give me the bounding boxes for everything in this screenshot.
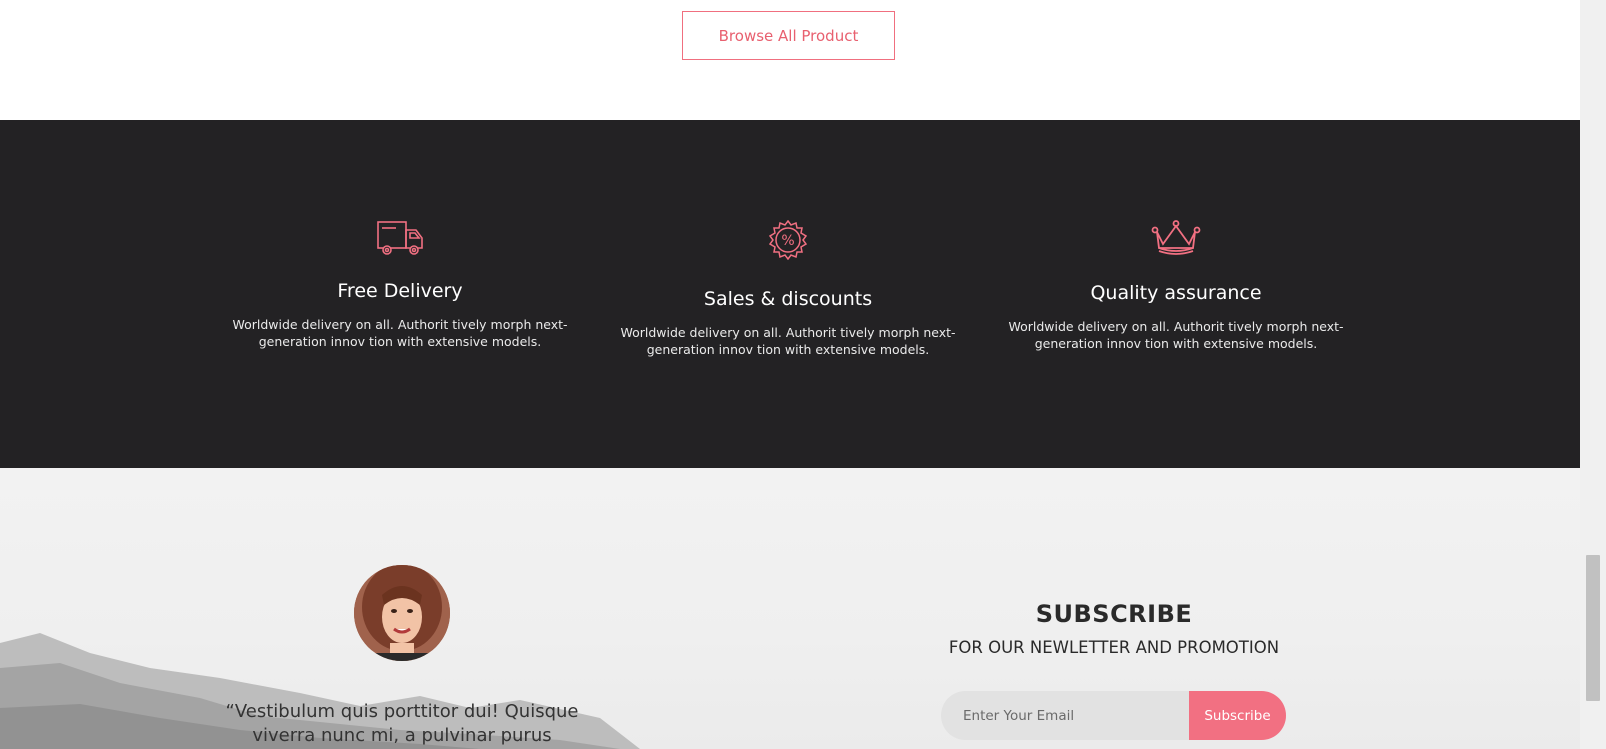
- subscribe-subtitle: FOR OUR NEWLETTER AND PROMOTION: [948, 638, 1280, 657]
- feature-text: Worldwide delivery on all. Authorit tive…: [620, 325, 956, 357]
- discount-badge-icon: %: [768, 220, 808, 260]
- feature-title: Quality assurance: [1090, 282, 1262, 304]
- avatar-portrait-icon: [354, 565, 450, 661]
- feature-text: Worldwide delivery on all. Authorit tive…: [1008, 319, 1344, 351]
- feature-title: Sales & discounts: [703, 288, 873, 310]
- avatar: [354, 565, 450, 661]
- features-band: Free Delivery Worldwide delivery on all.…: [0, 120, 1580, 468]
- svg-text:%: %: [781, 233, 794, 249]
- truck-icon: [377, 221, 423, 255]
- testimonial-subscribe-section: “Vestibulum quis porttitor dui! Quisque …: [0, 468, 1580, 749]
- feature-text: Worldwide delivery on all. Authorit tive…: [232, 317, 568, 349]
- feature-free-delivery: Free Delivery Worldwide delivery on all.…: [230, 220, 570, 350]
- feature-sales-discounts: % Sales & discounts Worldwide delivery o…: [618, 220, 958, 358]
- page: Browse All Product Free Delivery Worldwi…: [0, 0, 1606, 749]
- email-input[interactable]: [941, 691, 1189, 740]
- feature-title: Free Delivery: [337, 280, 463, 302]
- testimonial-quote: “Vestibulum quis porttitor dui! Quisque …: [225, 701, 579, 746]
- browse-all-product-button[interactable]: Browse All Product: [682, 11, 895, 60]
- scrollbar-thumb[interactable]: [1586, 555, 1600, 701]
- crown-icon: [1151, 220, 1201, 255]
- subscribe-form: Subscribe: [941, 691, 1286, 740]
- subscribe-button[interactable]: Subscribe: [1189, 691, 1286, 740]
- feature-quality-assurance: Quality assurance Worldwide delivery on …: [1006, 220, 1346, 352]
- scrollbar[interactable]: [1580, 0, 1606, 749]
- subscribe-title: SUBSCRIBE: [1035, 600, 1193, 628]
- top-strip: Browse All Product: [0, 0, 1580, 120]
